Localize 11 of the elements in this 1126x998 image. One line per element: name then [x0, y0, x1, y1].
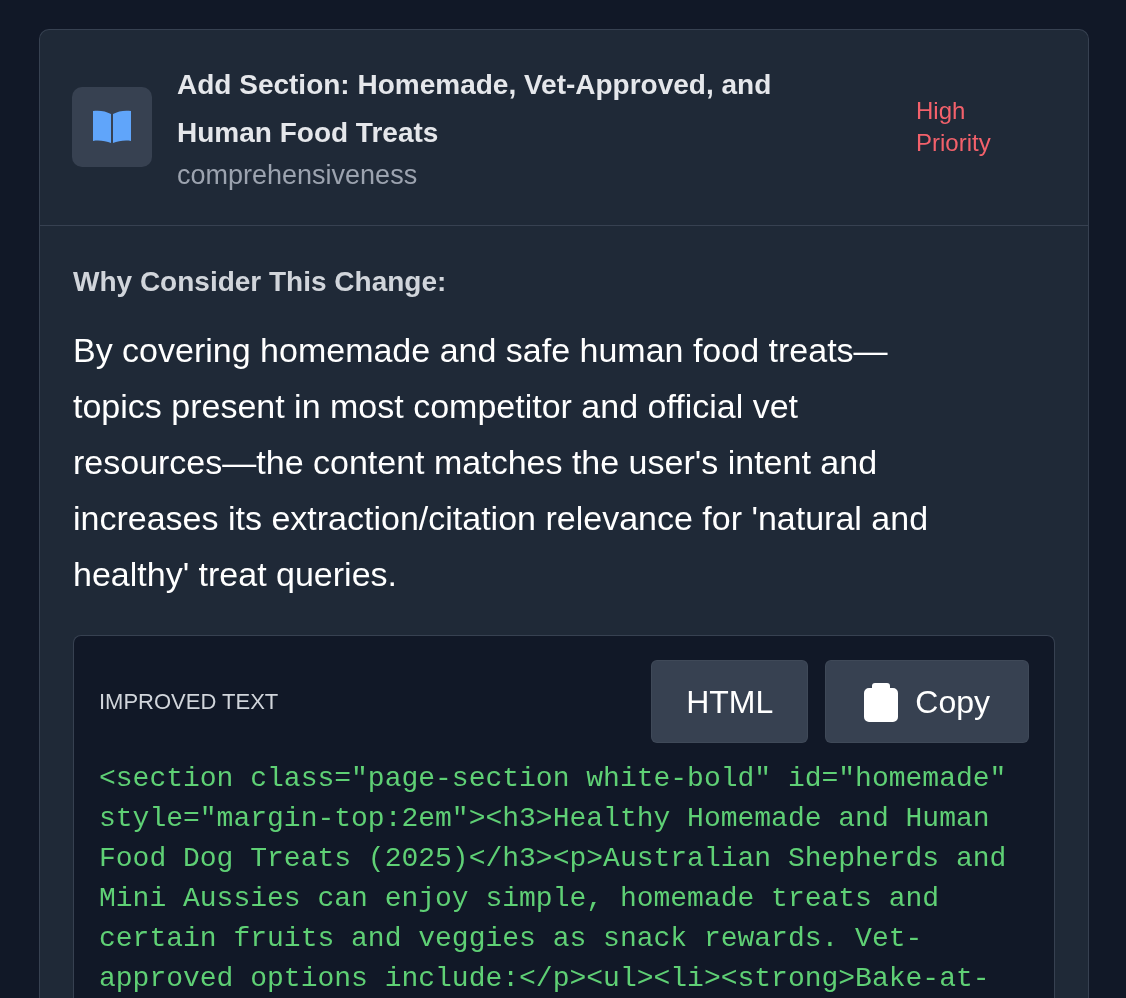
- code-text: <section class="page-section white-bold" id="homemade" style="margin-top:2em"><h3>Healthy Homemade and Human Food Dog Treats (2025)</h3><p>Australian Shepherds and Mini Aussies can enjoy simple, homemade treats and certain fruits and veggies as snack rewards. Vet-approved options include:</p><ul><li><strong>Bake-at-: [99, 762, 1008, 996]
- html-button[interactable]: HTML: [651, 660, 809, 743]
- reason-paragraph: By covering homemade and safe human food treats—topics present in most competitor and official vet resources—the content matches the user's intent and increases its extraction/citation relevance for 'natural and healthy' treat queries.: [73, 330, 930, 595]
- category-label: comprehensiveness: [177, 159, 419, 192]
- card-title: Add Section: Homemade, Vet-Approved, and Human Food Treats: [177, 68, 773, 150]
- priority-label: High Priority: [916, 96, 992, 158]
- clipboard-icon: [864, 681, 899, 722]
- book-icon: [72, 87, 152, 167]
- section-heading: Why Consider This Change:: [73, 265, 448, 299]
- copy-button[interactable]: Copy: [825, 660, 1029, 743]
- panel-label: IMPROVED TEXT: [99, 688, 279, 716]
